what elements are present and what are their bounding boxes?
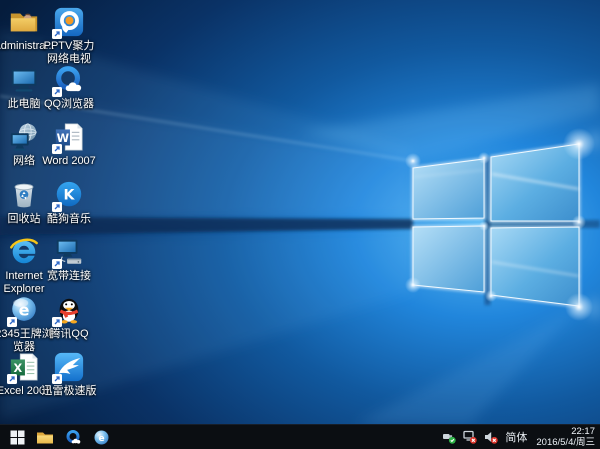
shortcut-arrow-icon [52,202,62,212]
taskbar-2345-browser-button[interactable]: e [87,425,115,449]
desktop-icon-qq-browser[interactable]: QQ浏览器 [37,64,101,111]
pptv-icon [52,6,86,38]
shortcut-arrow-icon [52,29,62,39]
excel-icon: X [7,351,41,383]
svg-text:K: K [64,188,76,204]
system-tray: 简体 22:17 2016/5/4/周三 [442,426,600,448]
word-document-icon: W [52,121,86,153]
2345-browser-icon: e [7,294,41,326]
desktop-icon-kugou[interactable]: K 酷狗音乐 [37,179,101,226]
desktop-icon-word-2007[interactable]: W Word 2007 [37,121,101,168]
shortcut-arrow-icon [52,374,62,384]
icon-label: PPTV聚力 网络电视 [37,40,101,66]
icon-label: 网络 [13,155,35,168]
desktop-icon-thunder[interactable]: 迅雷极速版 [37,351,101,398]
computer-icon [7,64,41,96]
desktop-icon-tencent-qq[interactable]: 腾讯QQ [37,294,101,341]
taskbar-clock[interactable]: 22:17 2016/5/4/周三 [534,426,595,448]
network-disconnected-icon[interactable] [463,430,477,444]
desktop-icon-pptv[interactable]: PPTV聚力 网络电视 [37,6,101,66]
shortcut-arrow-icon [52,317,62,327]
taskbar-qq-browser-button[interactable] [59,425,87,449]
taskbar-file-explorer-button[interactable] [31,425,59,449]
desktop-icon-broadband[interactable]: 宽带连接 [37,236,101,283]
qq-browser-icon [52,64,86,96]
icon-label: QQ浏览器 [44,98,94,111]
qq-penguin-icon [52,294,86,326]
usb-safely-remove-icon[interactable] [442,430,456,444]
icon-label: 酷狗音乐 [47,213,91,226]
ime-indicator[interactable]: 简体 [505,429,527,445]
folder-icon [36,430,54,445]
clock-time: 22:17 [536,426,595,437]
shortcut-arrow-icon [52,87,62,97]
network-globe-icon [7,121,41,153]
start-button[interactable] [3,425,31,449]
thunder-icon [52,351,86,383]
kugou-icon: K [52,179,86,211]
icon-label: Word 2007 [42,155,96,168]
shortcut-arrow-icon [52,259,62,269]
desktop: Administra... 此电脑 [0,0,600,424]
shortcut-arrow-icon [52,144,62,154]
icon-label: 此电脑 [8,98,41,111]
svg-text:e: e [19,301,30,320]
qq-browser-icon [65,429,82,446]
icon-label: 迅雷极速版 [42,385,97,398]
user-folder-icon [7,6,41,38]
2345-browser-icon: e [93,429,110,446]
shortcut-arrow-icon [7,317,17,327]
taskbar: e 简体 [0,424,600,449]
broadband-connection-icon [52,236,86,268]
icon-label: 宽带连接 [47,270,91,283]
icon-label: 腾讯QQ [49,328,88,341]
svg-text:e: e [98,434,104,444]
clock-date: 2016/5/4/周三 [536,437,595,448]
volume-muted-icon[interactable] [484,430,498,444]
shortcut-arrow-icon [7,374,17,384]
recycle-bin-icon [7,179,41,211]
icon-label: 回收站 [8,213,41,226]
ie-icon [7,236,41,268]
windows-logo-icon [10,430,25,445]
